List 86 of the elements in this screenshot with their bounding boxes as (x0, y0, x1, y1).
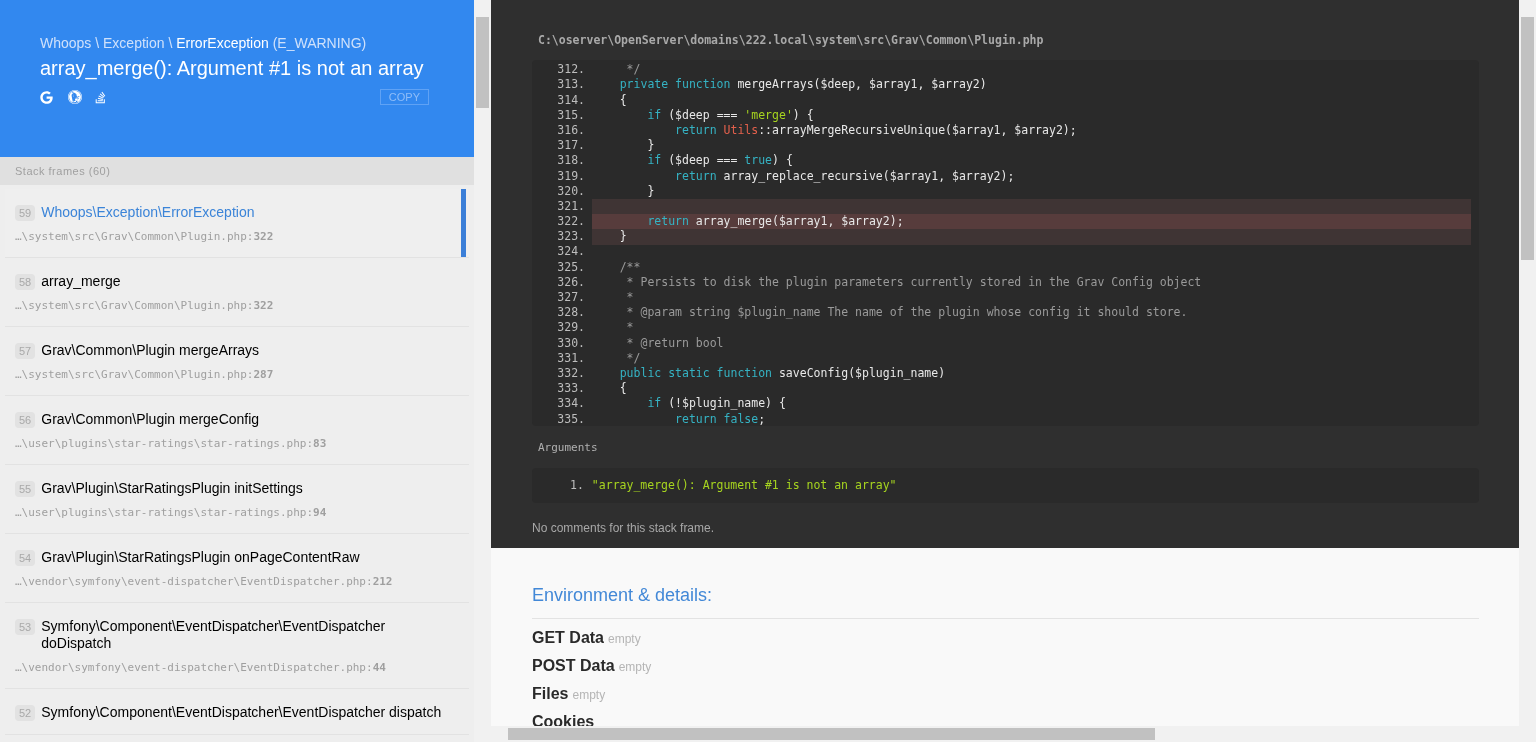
line-number: 333. (556, 380, 585, 398)
frame-title: Grav\Common\Plugin mergeArrays (41, 342, 260, 359)
line-number: 316. (556, 121, 585, 139)
line-number: 331. (556, 349, 585, 367)
horizontal-scrollbar[interactable] (491, 726, 1536, 742)
line-number: 314. (556, 91, 585, 109)
line-number: 329. (556, 319, 585, 337)
file-path: C:\oserver\OpenServer\domains\222.local\system\src\Grav\Common\Plugin.php (537, 32, 1045, 49)
frame-title: array_merge (41, 273, 121, 290)
empty-note: empty (618, 659, 652, 676)
frame-index: 57 (15, 343, 36, 359)
line-number: 315. (556, 106, 585, 124)
code-line: * (625, 290, 635, 306)
code-line: * Persists to disk the plugin parameters currently stored in the Grav Config object (625, 274, 1203, 291)
line-number: 324. (556, 243, 585, 261)
frame-file-path: …\user\plugins\star-ratings\star-ratings.php:94 (15, 506, 328, 520)
line-number: 326. (556, 273, 585, 291)
line-number: 317. (556, 137, 585, 155)
section-heading: Files (532, 684, 569, 704)
code-line: * @param string $plugin_name The name of the plugin whose config it should store. (625, 305, 1189, 321)
frame-file-path: …\vendor\symfony\event-dispatcher\EventDispatcher.php:212 (15, 575, 394, 589)
code-line: */ (625, 350, 642, 366)
stack-frames-header: Stack frames (60) (0, 157, 474, 185)
code-line: * @return bool (625, 335, 725, 351)
line-number: 318. (556, 152, 585, 170)
code-line: private function mergeArrays($deep, $array1, $array2) (618, 77, 988, 93)
frame-index: 54 (15, 550, 36, 566)
empty-note: empty (608, 631, 641, 648)
code-line: { (618, 381, 628, 397)
code-line: return Utils::arrayMergeRecursiveUnique($array1, $array2); (674, 123, 1078, 139)
line-number: 335. (556, 410, 585, 427)
code-line: public static function saveConfig($plugin_name) (618, 366, 947, 382)
code-line: if (!$plugin_name) { (646, 396, 787, 412)
line-number: 334. (556, 395, 585, 413)
frame-file-path: …\system\src\Grav\Common\Plugin.php:322 (15, 299, 275, 313)
line-number: 313. (556, 76, 585, 94)
code-line: { (618, 92, 628, 108)
frame-title: Grav\Common\Plugin mergeConfig (41, 411, 260, 428)
line-number: 319. (556, 167, 585, 185)
line-number: 327. (556, 289, 585, 307)
line-number: 330. (556, 334, 585, 352)
line-number: 328. (556, 304, 585, 322)
frame-title: Whoops\Exception\ErrorException (41, 204, 255, 221)
line-number: 320. (556, 182, 585, 200)
frame-file-path: …\user\plugins\star-ratings\star-ratings.php:83 (15, 437, 328, 451)
line-number: 332. (556, 364, 585, 382)
line-number: 321. (556, 197, 585, 215)
argument-value: "array_merge(): Argument #1 is not an array" (591, 476, 897, 494)
code-line: * (625, 320, 635, 336)
frame-file-path: …\system\src\Grav\Common\Plugin.php:322 (15, 230, 275, 244)
frame-index: 53 (15, 619, 36, 635)
code-line: } (646, 183, 656, 199)
google-icon[interactable] (40, 90, 53, 104)
arguments-label: Arguments (537, 440, 599, 457)
section-heading: GET Data (532, 628, 604, 648)
code-line: */ (625, 62, 642, 78)
section-title: Environment & details: (532, 582, 1479, 619)
stack-icon[interactable] (94, 90, 107, 104)
line-number: 325. (556, 258, 585, 276)
stack-frame[interactable]: 57 Grav\Common\Plugin mergeArrays …\system\src\Grav\Common\Plugin.php:287 (5, 327, 469, 396)
stack-frame[interactable]: 54 Grav\Plugin\StarRatingsPlugin onPageContentRaw …\vendor\symfony\event-dispatcher\EventDispatcher.php:212 (5, 534, 469, 603)
frame-title: Grav\Plugin\StarRatingsPlugin onPageContentRaw (41, 549, 360, 566)
code-line: if ($deep === 'merge') { (646, 107, 815, 123)
code-line: if ($deep === true) { (646, 153, 794, 169)
comments-note: No comments for this stack frame. (532, 519, 716, 537)
frame-file-path: …\system\src\Grav\Common\Plugin.php:287 (15, 368, 275, 382)
exception-class: Whoops \ Exception \ ErrorException (E_WARNING) (40, 35, 367, 51)
section-heading: POST Data (532, 656, 615, 676)
error-message: array_merge(): Argument #1 is not an array (40, 56, 424, 80)
frame-title: Grav\Plugin\StarRatingsPlugin initSettings (41, 480, 303, 497)
line-number: 323. (556, 228, 585, 246)
frame-title: Symfony\Component\EventDispatcher\EventDispatcher dispatch (41, 704, 442, 721)
duck-icon[interactable] (68, 90, 82, 104)
empty-note: empty (572, 687, 606, 704)
frame-file-path: …\vendor\symfony\event-dispatcher\EventDispatcher.php:44 (15, 661, 387, 675)
code-line: /** (618, 259, 642, 275)
line-number: 312. (556, 61, 585, 79)
argument-number: 1. (570, 476, 584, 494)
code-line: return array_replace_recursive($array1, $array2); (674, 168, 1016, 184)
line-number: 322. (556, 213, 585, 231)
frame-title: Symfony\Component\EventDispatcher\EventDispatcher doDispatch (41, 618, 387, 652)
code-line: } (646, 138, 656, 154)
scrollbar[interactable] (474, 0, 491, 742)
stack-frame[interactable]: 53 Symfony\Component\EventDispatcher\EventDispatcher doDispatch …\vendor\symfony\event-dispatcher\EventDispatcher.php:44 (5, 603, 469, 689)
code-line: return false; (674, 411, 767, 427)
scrollbar[interactable] (1519, 0, 1536, 726)
